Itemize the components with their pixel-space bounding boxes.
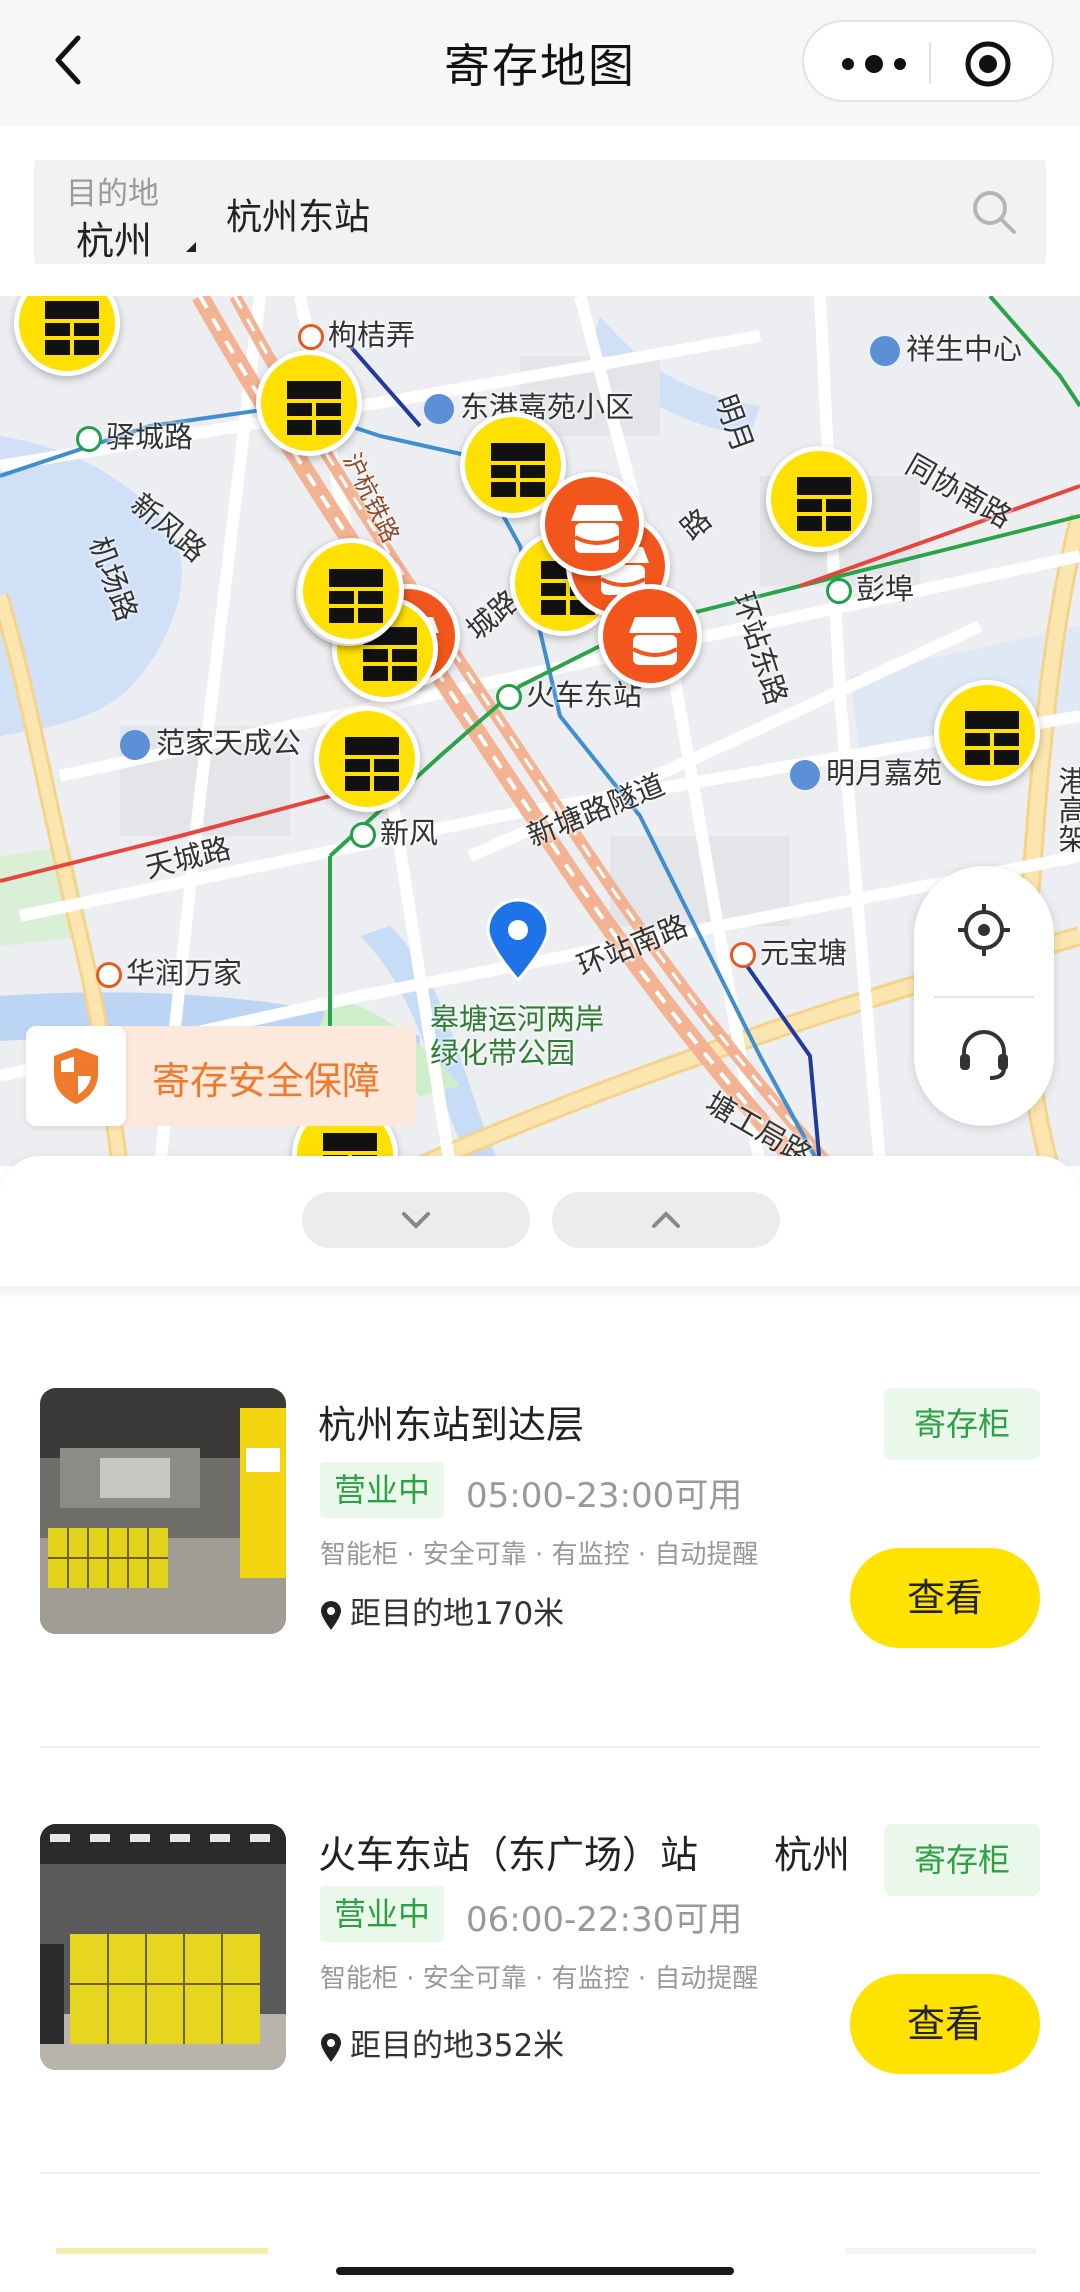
map-label: 绿化带公园 [430, 1036, 576, 1070]
metro-station-icon [730, 942, 756, 968]
more-icon[interactable] [834, 44, 914, 84]
list-item[interactable]: 杭州东站到达层 营业中 05:00-23:00可用 智能柜 · 安全可靠 · 有… [0, 1388, 1080, 1748]
collapse-sheet-button[interactable] [302, 1192, 530, 1248]
chevron-up-icon [652, 1211, 680, 1228]
locker-icon [287, 381, 341, 435]
dropdown-corner-icon [186, 242, 196, 252]
list-item[interactable]: 火车东站（东广场）站 杭州 营业中 06:00-22:30可用 智能柜 · 安全… [0, 1824, 1080, 2184]
metro-station-icon [826, 578, 852, 604]
map-label: 港高架 [1054, 766, 1080, 853]
storefront-icon [571, 505, 623, 553]
next-item-peek [846, 2248, 1036, 2254]
store-marker[interactable] [598, 584, 702, 688]
locker-icon [797, 477, 851, 531]
cabinet-marker[interactable] [766, 446, 872, 552]
map-label: 祥生中心 [870, 326, 1022, 368]
residence-poi-icon [424, 394, 454, 424]
nav-bar: 寄存地图 [0, 0, 1080, 126]
map-label: 彭埠 [826, 566, 914, 608]
map-label: 华润万家 [96, 950, 242, 992]
sheet-shadow [0, 1286, 1080, 1300]
location-photo [40, 1824, 286, 2070]
distance-text: 距目的地352米 [320, 2020, 564, 2065]
station-photo-image [40, 1388, 286, 1634]
cabinet-marker[interactable] [298, 538, 404, 644]
opening-hours: 06:00-22:30可用 [466, 1900, 743, 1940]
opening-hours: 05:00-23:00可用 [466, 1476, 743, 1516]
cabinet-marker[interactable] [934, 680, 1040, 786]
cabinet-marker[interactable] [314, 706, 420, 812]
locker-icon [45, 301, 99, 355]
view-button[interactable]: 查看 [850, 1548, 1040, 1648]
storefront-icon [629, 617, 681, 665]
bottom-sheet-header [0, 1156, 1080, 1286]
page: 寄存地图 目的地 杭州 杭州东站 枸桔弄 祥生中心 东港嘉苑小区 驿城路 明月 … [0, 0, 1080, 2292]
home-indicator[interactable] [336, 2267, 734, 2275]
destination-city-select[interactable]: 杭州 [76, 210, 152, 265]
supermarket-poi-icon [96, 962, 122, 988]
next-item-peek [56, 2248, 268, 2254]
location-photo [40, 1388, 286, 1634]
locker-icon [965, 711, 1019, 765]
metro-station-icon [350, 822, 376, 848]
store-marker[interactable] [540, 472, 644, 576]
shield-icon [54, 1048, 98, 1104]
view-button[interactable]: 查看 [850, 1974, 1040, 2074]
feature-tags: 智能柜 · 安全可靠 · 有监控 · 自动提醒 [320, 1964, 759, 1994]
map-label: 明月嘉苑 [790, 750, 942, 792]
feature-tags: 智能柜 · 安全可靠 · 有监控 · 自动提醒 [320, 1540, 759, 1570]
search-icon[interactable] [970, 188, 1018, 236]
destination-label: 目的地 [66, 176, 159, 212]
location-title: 火车东站（东广场）站 杭州 [318, 1833, 851, 1877]
map-label: 新风 [350, 810, 438, 852]
locker-icon [491, 443, 545, 497]
miniprogram-capsule [802, 20, 1054, 102]
station-photo-image [40, 1824, 286, 2070]
search-bar: 目的地 杭州 杭州东站 [34, 160, 1046, 264]
list-divider [40, 2172, 1040, 2174]
type-badge: 寄存柜 [884, 1388, 1040, 1460]
list-divider [40, 1746, 1040, 1748]
map-label: 元宝塘 [730, 930, 847, 972]
distance-text: 距目的地170米 [320, 1588, 564, 1633]
locate-icon[interactable] [956, 902, 1012, 958]
controls-divider [934, 996, 1034, 998]
safety-text: 寄存安全保障 [152, 1059, 381, 1103]
search-input[interactable]: 杭州东站 [226, 188, 370, 240]
metro-station-icon [76, 426, 102, 452]
location-title: 杭州东站到达层 [318, 1403, 585, 1447]
customer-service-icon[interactable] [954, 1024, 1014, 1084]
map-label: 枸桔弄 [298, 312, 415, 354]
building-poi-icon [870, 336, 900, 366]
locker-icon [345, 737, 399, 791]
cabinet-marker[interactable] [256, 350, 362, 456]
residence-poi-icon [120, 730, 150, 760]
shield-icon-box [26, 1026, 126, 1126]
residence-poi-icon [790, 760, 820, 790]
metro-station-icon [496, 684, 522, 710]
expand-sheet-button[interactable] [552, 1192, 780, 1248]
capsule-divider [929, 42, 931, 84]
chevron-down-icon [402, 1212, 430, 1229]
safety-guarantee-banner[interactable]: 寄存安全保障 [26, 1026, 416, 1126]
map-label: 范家天成公 [120, 720, 301, 762]
locker-icon [329, 569, 383, 623]
map-controls [914, 866, 1054, 1126]
location-pin-icon [321, 1600, 341, 1630]
status-badge: 营业中 [320, 1886, 445, 1942]
close-target-icon[interactable] [964, 40, 1012, 88]
map-label: 驿城路 [76, 414, 193, 456]
map-view[interactable]: 枸桔弄 祥生中心 东港嘉苑小区 驿城路 明月 同协南路 新风路 机场路 沪杭铁路… [0, 296, 1080, 1166]
metro-station-icon [298, 324, 324, 350]
type-badge: 寄存柜 [884, 1824, 1040, 1896]
status-badge: 营业中 [320, 1462, 445, 1518]
destination-pin-icon [486, 898, 550, 982]
location-pin-icon [321, 2032, 341, 2062]
